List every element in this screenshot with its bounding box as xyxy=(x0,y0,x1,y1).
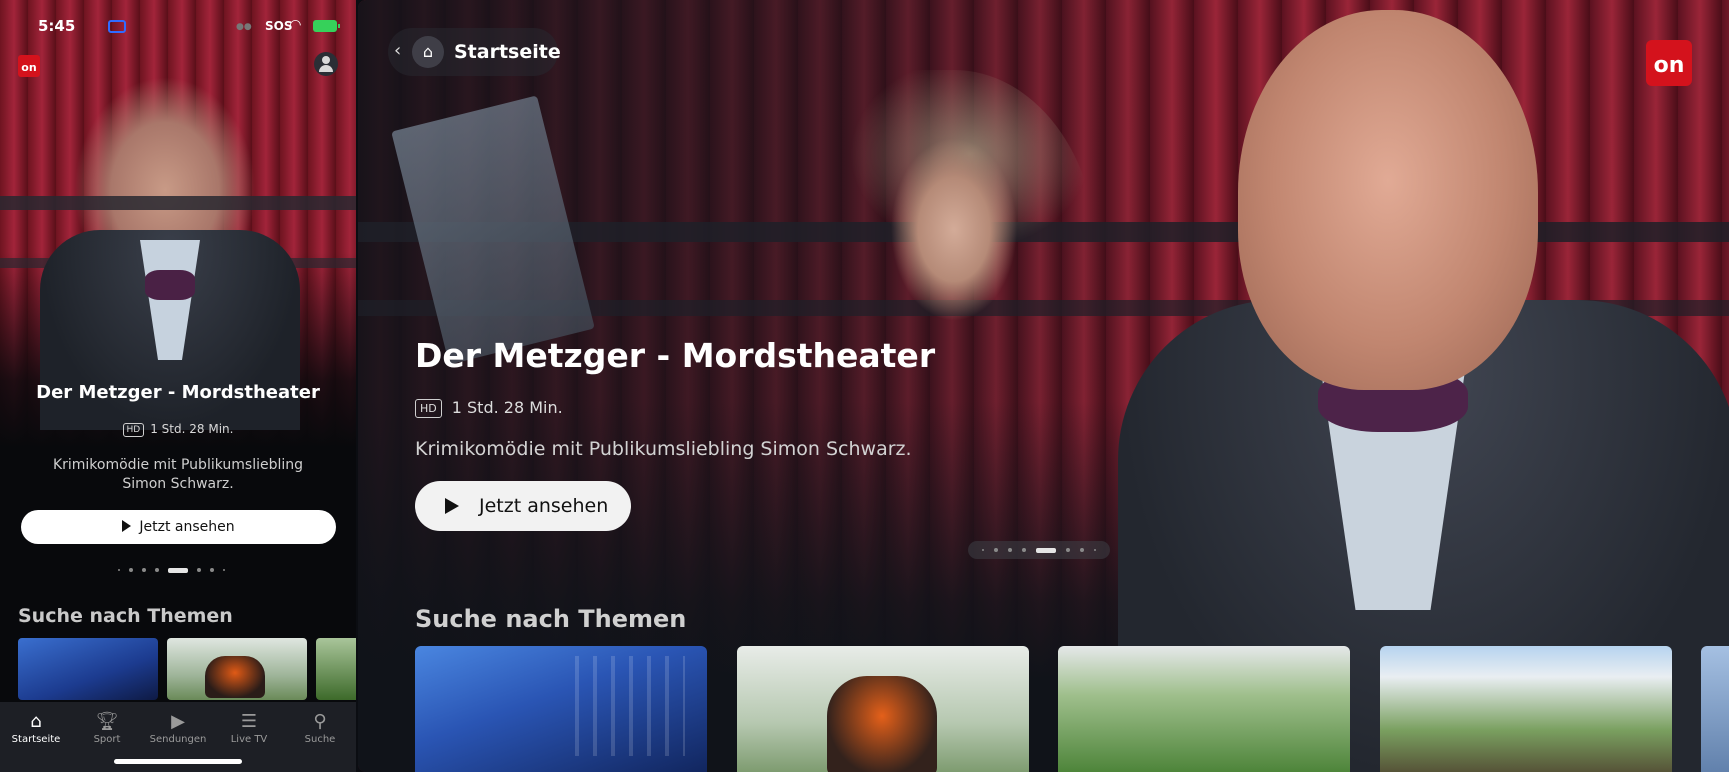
home-icon: ⌂ xyxy=(30,711,42,732)
hero-description: Krimikomödie mit Publikumsliebling Simon… xyxy=(52,457,304,492)
carousel-dot[interactable] xyxy=(155,568,159,572)
topic-card[interactable] xyxy=(18,638,158,700)
logo[interactable]: on xyxy=(18,55,40,77)
hero-title: Der Metzger - Mordstheater xyxy=(415,336,936,375)
tablet-screen: ‹ ⌂ Startseite on Der Metzger - Mordsthe… xyxy=(358,0,1729,772)
carousel-dot[interactable] xyxy=(1066,548,1070,552)
carousel-dot[interactable] xyxy=(1094,549,1096,551)
carousel-dot[interactable] xyxy=(223,569,225,571)
hd-badge: HD xyxy=(415,399,442,418)
topic-card[interactable] xyxy=(167,638,307,700)
home-icon[interactable]: ⌂ xyxy=(412,36,444,68)
hero-title: Der Metzger - Mordstheater xyxy=(36,382,320,403)
watch-now-label: Jetzt ansehen xyxy=(479,495,609,517)
topic-card[interactable] xyxy=(1058,646,1350,772)
topic-card[interactable] xyxy=(1380,646,1672,772)
hero-description: Krimikomödie mit Publikumsliebling Simon… xyxy=(415,438,912,460)
carousel-indicator[interactable] xyxy=(118,567,225,573)
play-icon xyxy=(122,520,132,532)
carousel-dot[interactable] xyxy=(142,568,146,572)
nav-label[interactable]: Startseite xyxy=(454,41,561,63)
wifi-icon: ◠ xyxy=(290,17,301,33)
battery-icon xyxy=(313,20,340,32)
section-title: Suche nach Themen xyxy=(415,605,687,633)
carousel-dot[interactable] xyxy=(197,568,201,572)
tab-label: Startseite xyxy=(11,734,61,745)
topic-card[interactable] xyxy=(415,646,707,772)
search-icon: ⚲ xyxy=(313,711,327,732)
carousel-dot[interactable] xyxy=(1022,548,1026,552)
tab-startseite[interactable]: ⌂ Startseite xyxy=(1,710,71,745)
tab-sport[interactable]: 🏆︎ Sport xyxy=(72,710,142,745)
list-icon: ☰ xyxy=(240,711,258,732)
chevron-left-icon[interactable]: ‹ xyxy=(394,40,401,61)
tab-label: Suche xyxy=(304,734,336,745)
play-box-icon: ▶ xyxy=(171,711,185,732)
status-bar: 5:45 ●● SOS ◠ xyxy=(0,14,356,38)
status-carrier: SOS xyxy=(265,19,293,33)
carousel-dot[interactable] xyxy=(982,549,984,551)
carousel-dot[interactable] xyxy=(994,548,998,552)
carousel-indicator[interactable] xyxy=(968,541,1110,559)
screen-mirror-icon xyxy=(108,20,126,33)
tab-label: Sport xyxy=(93,734,121,745)
carousel-dot[interactable] xyxy=(118,569,120,571)
breadcrumb-nav[interactable]: ‹ ⌂ Startseite xyxy=(388,28,561,76)
hd-badge: HD xyxy=(122,423,145,437)
carousel-dot[interactable] xyxy=(210,568,214,572)
logo[interactable]: on xyxy=(1646,40,1692,86)
carousel-dot[interactable] xyxy=(1080,548,1084,552)
watch-now-label: Jetzt ansehen xyxy=(139,519,235,535)
phone-screen: 5:45 ●● SOS ◠ on Der Metzger - Mordsthea… xyxy=(0,0,356,772)
hero-meta: HD 1 Std. 28 Min. xyxy=(0,422,356,437)
hero-duration: 1 Std. 28 Min. xyxy=(451,398,563,417)
tab-live-tv[interactable]: ☰ Live TV xyxy=(214,710,284,745)
carousel-dot[interactable] xyxy=(1008,548,1012,552)
home-indicator[interactable] xyxy=(114,759,242,764)
section-title: Suche nach Themen xyxy=(18,605,233,627)
tab-suche[interactable]: ⚲ Suche xyxy=(285,710,355,745)
tab-sendungen[interactable]: ▶ Sendungen xyxy=(143,710,213,745)
watch-now-button[interactable]: Jetzt ansehen xyxy=(415,481,631,531)
profile-icon[interactable] xyxy=(314,52,338,76)
trophy-icon: 🏆︎ xyxy=(95,711,119,732)
tab-label: Sendungen xyxy=(149,734,207,745)
hero-duration: 1 Std. 28 Min. xyxy=(150,422,234,436)
topic-card[interactable] xyxy=(737,646,1029,772)
carousel-dot-active[interactable] xyxy=(168,567,188,573)
topic-card[interactable] xyxy=(316,638,356,700)
carousel-dot[interactable] xyxy=(129,568,133,572)
tab-label: Live TV xyxy=(230,734,268,745)
carousel-dot-active[interactable] xyxy=(1036,547,1056,553)
signal-icon: ●● xyxy=(236,22,252,32)
topic-card[interactable] xyxy=(1701,646,1729,772)
watch-now-button[interactable]: Jetzt ansehen xyxy=(21,510,336,544)
hero-meta: HD 1 Std. 28 Min. xyxy=(415,398,563,418)
status-time: 5:45 xyxy=(38,17,76,35)
play-icon xyxy=(445,498,459,514)
